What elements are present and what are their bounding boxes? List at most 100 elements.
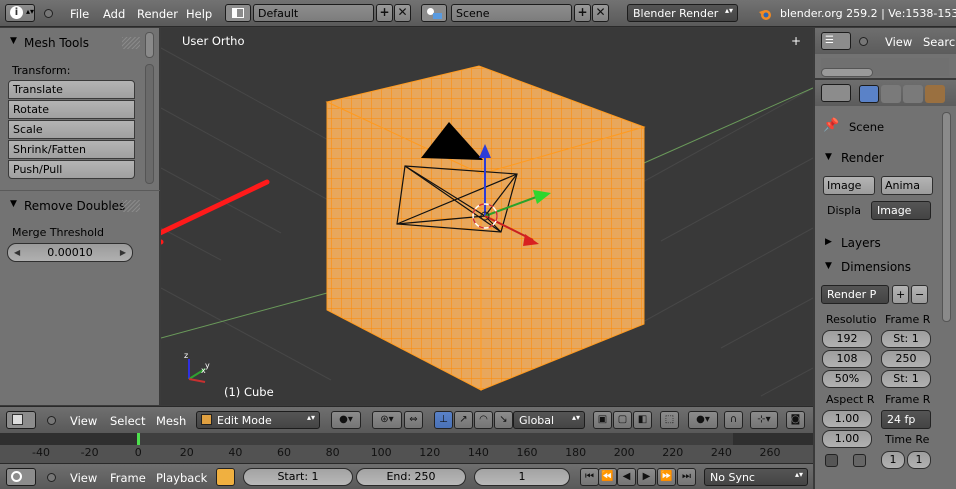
rotate-manipulator-icon[interactable]: ↗	[454, 411, 473, 429]
manipulator-toggle-icon[interactable]: ⇔	[404, 411, 423, 429]
mode-dropdown[interactable]: Edit Mode ▴▾	[196, 411, 320, 429]
object-tab-icon[interactable]	[925, 85, 945, 103]
time-remap-old-field[interactable]: 1	[881, 451, 905, 469]
timeline-editor-icon[interactable]	[6, 468, 36, 486]
next-keyframe-icon[interactable]: ⏩	[657, 468, 676, 486]
viewport-shading-icon[interactable]: ●▾	[331, 411, 361, 429]
resolution-x-field[interactable]: 192	[822, 330, 872, 348]
sync-mode-dropdown[interactable]: No Sync ▴▾	[704, 468, 808, 486]
resolution-y-field[interactable]: 108	[822, 350, 872, 368]
previous-keyframe-icon[interactable]: ⏪	[598, 468, 617, 486]
scale-button[interactable]: Scale	[8, 120, 135, 139]
dimensions-panel-header[interactable]: ▼ Dimensions	[819, 257, 941, 277]
display-dropdown[interactable]: Image	[871, 201, 931, 220]
properties-editor-icon[interactable]	[821, 84, 851, 102]
world-tab-icon[interactable]	[903, 85, 923, 103]
play-icon[interactable]: ▶	[637, 468, 656, 486]
outliner-search-menu[interactable]: Search	[923, 35, 956, 49]
render-image-button[interactable]: Image	[823, 176, 875, 195]
timeline[interactable]: -40 -20 0 20 40 60 80 100 120 140 160 180 200 220 240 2…	[0, 433, 813, 463]
vertex-select-icon[interactable]: ▣	[593, 411, 612, 429]
jump-to-start-icon[interactable]: ⏮	[580, 468, 599, 486]
push-pull-button[interactable]: Push/Pull	[8, 160, 135, 179]
rotate-button[interactable]: Rotate	[8, 100, 135, 119]
cube-right-face[interactable]	[480, 126, 645, 391]
tool-shelf-scrollbar[interactable]	[145, 64, 154, 184]
viewport-menu-mesh[interactable]: Mesh	[156, 414, 186, 428]
mesh-tools-panel-header[interactable]: ▼ Mesh Tools	[0, 32, 150, 54]
frame-start-field[interactable]: St: 1	[881, 330, 931, 348]
render-tab-camera-icon[interactable]	[859, 85, 879, 103]
render-preset-dropdown[interactable]: Render P	[821, 285, 889, 304]
tool-shelf-scrollbar-top[interactable]	[145, 32, 154, 58]
start-frame-field[interactable]: Start: 1	[243, 468, 353, 486]
menu-render[interactable]: Render	[137, 7, 178, 21]
aspect-y-field[interactable]: 1.00	[822, 430, 872, 448]
toggle-properties-icon[interactable]: +	[791, 34, 801, 48]
scale-manipulator-icon[interactable]: ◠	[474, 411, 493, 429]
scene-field[interactable]: Scene	[451, 4, 572, 22]
resolution-percentage-field[interactable]: 50%	[822, 370, 872, 388]
end-frame-field[interactable]: End: 250	[356, 468, 466, 486]
scene-tab-icon[interactable]	[881, 85, 901, 103]
current-frame-field[interactable]: 1	[474, 468, 570, 486]
menu-file[interactable]: File	[70, 7, 89, 21]
face-select-icon[interactable]: ◧	[633, 411, 652, 429]
panel-grip-icon[interactable]	[122, 200, 140, 212]
timeline-collapse-icon[interactable]	[47, 473, 56, 482]
viewport-menu-select[interactable]: Select	[110, 414, 145, 428]
add-scene-button[interactable]: +	[574, 4, 591, 22]
translate-button[interactable]: Translate	[8, 80, 135, 99]
merge-threshold-field[interactable]: ◀ 0.00010 ▶	[7, 243, 133, 262]
scene-icon[interactable]	[421, 4, 447, 22]
editor-type-info-icon[interactable]: i ▴▾	[5, 4, 35, 22]
render-animation-button[interactable]: Anima	[881, 176, 933, 195]
edge-select-icon[interactable]: ▢	[613, 411, 632, 429]
properties-scrollbar[interactable]	[942, 112, 951, 322]
viewport-menu-view[interactable]: View	[70, 414, 97, 428]
pivot-point-icon[interactable]: ⊛▾	[372, 411, 402, 429]
outliner-editor-icon[interactable]: ☰	[821, 32, 851, 50]
outliner-view-menu[interactable]: View	[885, 35, 912, 49]
render-engine-dropdown[interactable]: Blender Render ▴▾	[627, 4, 738, 22]
increment-arrow-icon[interactable]: ▶	[120, 244, 126, 261]
panel-grip-icon[interactable]	[122, 37, 140, 49]
viewport-collapse-icon[interactable]	[47, 416, 56, 425]
remove-screen-button[interactable]: ✕	[394, 4, 411, 22]
remove-doubles-panel-header[interactable]: ▼ Remove Doubles	[0, 195, 150, 217]
outliner-hscrollbar[interactable]	[821, 68, 873, 77]
frame-end-field[interactable]: 250	[881, 350, 931, 368]
add-screen-button[interactable]: +	[376, 4, 393, 22]
menu-add[interactable]: Add	[103, 7, 125, 21]
manipulator-space-icon[interactable]: ↘	[494, 411, 513, 429]
layers-panel-header[interactable]: ▶ Layers	[819, 233, 941, 253]
border-checkbox[interactable]	[825, 454, 838, 467]
transform-orientation-dropdown[interactable]: Global ▴▾	[513, 411, 585, 429]
screen-layout-field[interactable]: Default	[253, 4, 374, 22]
pin-icon[interactable]: 📌	[823, 118, 839, 133]
crop-checkbox[interactable]	[853, 454, 866, 467]
timeline-menu-frame[interactable]: Frame	[110, 471, 146, 485]
3d-viewport[interactable]: x y z User Ortho (1) Cube +	[161, 28, 813, 405]
add-preset-button[interactable]: +	[892, 285, 909, 304]
jump-to-end-icon[interactable]: ⏭	[677, 468, 696, 486]
outliner-collapse-icon[interactable]	[859, 37, 868, 46]
timeline-menu-view[interactable]: View	[70, 471, 97, 485]
remove-preset-button[interactable]: −	[911, 285, 928, 304]
shrink-fatten-button[interactable]: Shrink/Fatten	[8, 140, 135, 159]
limit-selection-icon[interactable]: ⬚	[660, 411, 679, 429]
menu-help[interactable]: Help	[186, 7, 212, 21]
snap-element-icon[interactable]: ⊹▾	[750, 411, 778, 429]
snap-toggle-icon[interactable]: ∩	[724, 411, 743, 429]
timeline-menu-playback[interactable]: Playback	[156, 471, 207, 485]
proportional-edit-icon[interactable]: ●▾	[688, 411, 718, 429]
frame-rate-dropdown[interactable]: 24 fp	[881, 410, 931, 429]
time-remap-new-field[interactable]: 1	[907, 451, 931, 469]
auto-keyframe-icon[interactable]	[216, 468, 235, 486]
collapse-menu-icon[interactable]	[44, 9, 53, 18]
translate-manipulator-icon[interactable]: ⊥	[434, 411, 453, 429]
decrement-arrow-icon[interactable]: ◀	[14, 244, 20, 261]
screen-layout-icon[interactable]	[225, 4, 251, 22]
render-panel-header[interactable]: ▼ Render	[819, 148, 941, 168]
frame-step-field[interactable]: St: 1	[881, 370, 931, 388]
